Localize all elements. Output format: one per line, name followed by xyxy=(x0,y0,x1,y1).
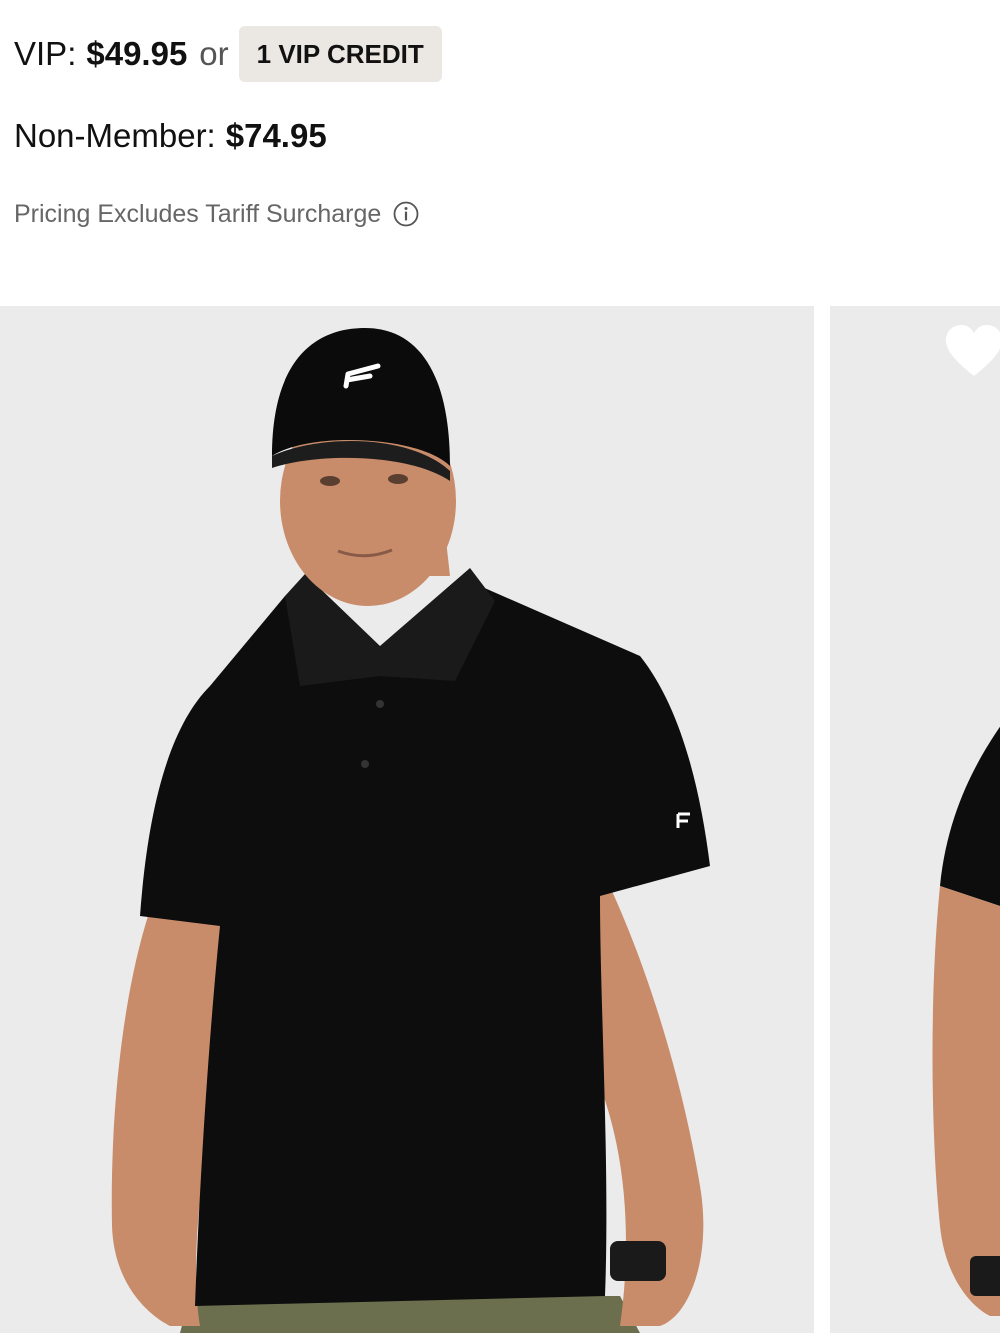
info-circle-icon[interactable] xyxy=(393,201,419,227)
tariff-note-row: Pricing Excludes Tariff Surcharge xyxy=(14,196,419,232)
vip-label: VIP: xyxy=(14,35,77,72)
product-photo-secondary[interactable] xyxy=(830,306,1000,1333)
vip-price-row: VIP: $49.95 or 1 VIP CREDIT xyxy=(14,26,442,82)
vip-credit-badge[interactable]: 1 VIP CREDIT xyxy=(238,26,442,82)
or-text: or xyxy=(199,35,229,72)
model-side-image xyxy=(830,306,1000,1333)
tariff-note: Pricing Excludes Tariff Surcharge xyxy=(14,199,382,228)
model-wearing-polo-image xyxy=(0,306,814,1333)
vip-price: $49.95 xyxy=(86,35,188,72)
non-member-label: Non-Member: xyxy=(14,117,216,154)
product-photo-main[interactable] xyxy=(0,306,814,1333)
non-member-price: $74.95 xyxy=(225,117,327,154)
product-image-gallery[interactable] xyxy=(0,306,1000,1333)
heart-icon[interactable] xyxy=(944,322,1000,382)
non-member-price-row: Non-Member: $74.95 xyxy=(14,114,327,158)
